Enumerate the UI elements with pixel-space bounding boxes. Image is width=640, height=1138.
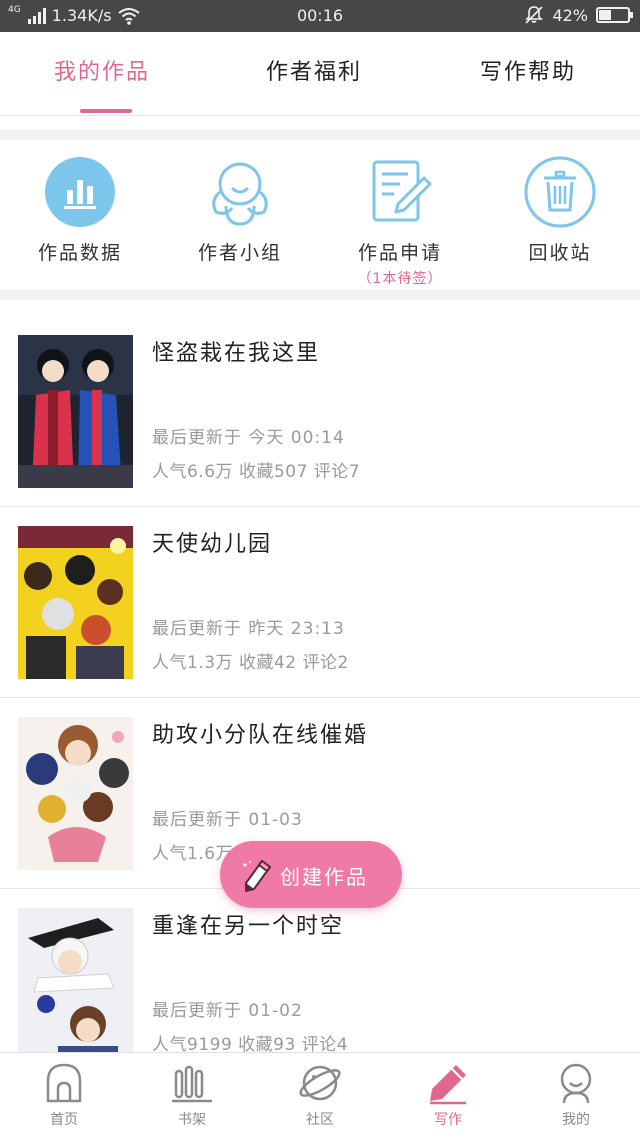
pending-sign-note: （1本待签）: [357, 271, 443, 287]
action-author-group[interactable]: 作者小组: [160, 156, 320, 265]
action-work-application[interactable]: 作品申请 （1本待签）: [320, 156, 480, 288]
quick-actions: 作品数据 作者小组 作品申请 （1本待签） 回收站: [0, 140, 640, 290]
work-title: 天使幼儿园: [152, 532, 273, 557]
bar-chart-icon: [45, 157, 115, 227]
action-label: 作品申请: [357, 242, 442, 264]
cover-image: [18, 717, 133, 870]
mute-bell-icon: [525, 6, 544, 24]
active-tab-indicator: [80, 109, 132, 113]
home-icon: [46, 1063, 82, 1103]
nav-label: 我的: [562, 1112, 590, 1128]
battery-level: [599, 10, 611, 20]
group-icon: [212, 162, 268, 226]
nav-label: 社区: [306, 1112, 334, 1128]
cover-image: [18, 335, 133, 488]
work-title: 怪盗栽在我这里: [152, 341, 321, 366]
battery-icon: [596, 7, 633, 23]
nav-label: 书架: [178, 1112, 206, 1128]
action-label: 作者小组: [197, 242, 282, 264]
pen-icon: [430, 1065, 466, 1105]
status-bar: 4G 1.34K/s 00:16 42%: [0, 0, 640, 32]
tab-writing-help[interactable]: 写作帮助: [480, 54, 576, 86]
nav-home[interactable]: 首页: [0, 1061, 128, 1129]
work-stats: 人气6.6万 收藏507 评论7: [152, 462, 361, 482]
nav-label: 写作: [434, 1112, 462, 1128]
nav-bookshelf[interactable]: 书架: [128, 1061, 256, 1129]
battery-percent: 42%: [552, 5, 588, 25]
work-title: 重逢在另一个时空: [152, 914, 345, 939]
bottom-nav: 首页 书架 社区 写作 我的: [0, 1052, 640, 1138]
pencil-icon: [243, 860, 271, 892]
create-work-button[interactable]: 创建作品: [220, 841, 402, 908]
work-title: 助攻小分队在线催婚: [152, 723, 369, 748]
nav-community[interactable]: 社区: [256, 1061, 384, 1129]
action-work-data[interactable]: 作品数据: [0, 156, 160, 265]
top-tabs: 我的作品 作者福利 写作帮助: [0, 32, 640, 116]
status-right: 42%: [524, 5, 633, 25]
section-divider: [0, 130, 640, 140]
work-updated: 最后更新于 今天 00:14: [152, 428, 345, 448]
nav-label: 首页: [50, 1112, 78, 1128]
work-stats: 人气1.3万 收藏42 评论2: [152, 653, 349, 673]
action-recycle-bin[interactable]: 回收站: [480, 156, 640, 265]
tab-author-benefits[interactable]: 作者福利: [266, 54, 362, 86]
edit-doc-icon: [372, 160, 432, 222]
work-stats: 人气1.6万: [152, 844, 234, 864]
work-updated: 最后更新于 昨天 23:13: [152, 619, 345, 639]
section-divider: [0, 290, 640, 300]
nav-writing[interactable]: 写作: [384, 1061, 512, 1129]
work-item[interactable]: 天使幼儿园 最后更新于 昨天 23:13 人气1.3万 收藏42 评论2: [0, 507, 640, 698]
create-work-label: 创建作品: [280, 865, 368, 889]
work-updated: 最后更新于 01-02: [152, 1001, 303, 1021]
action-label: 作品数据: [37, 242, 122, 264]
cover-image: [18, 908, 133, 1061]
cover-image: [18, 526, 133, 679]
tab-my-works[interactable]: 我的作品: [54, 54, 150, 86]
bookshelf-icon: [172, 1065, 212, 1103]
action-label: 回收站: [528, 242, 592, 264]
work-updated: 最后更新于 01-03: [152, 810, 303, 830]
work-item[interactable]: 怪盗栽在我这里 最后更新于 今天 00:14 人气6.6万 收藏507 评论7: [0, 316, 640, 507]
trash-icon: [524, 156, 596, 228]
nav-profile[interactable]: 我的: [512, 1061, 640, 1129]
planet-icon: [299, 1065, 341, 1101]
profile-icon: [560, 1063, 592, 1104]
